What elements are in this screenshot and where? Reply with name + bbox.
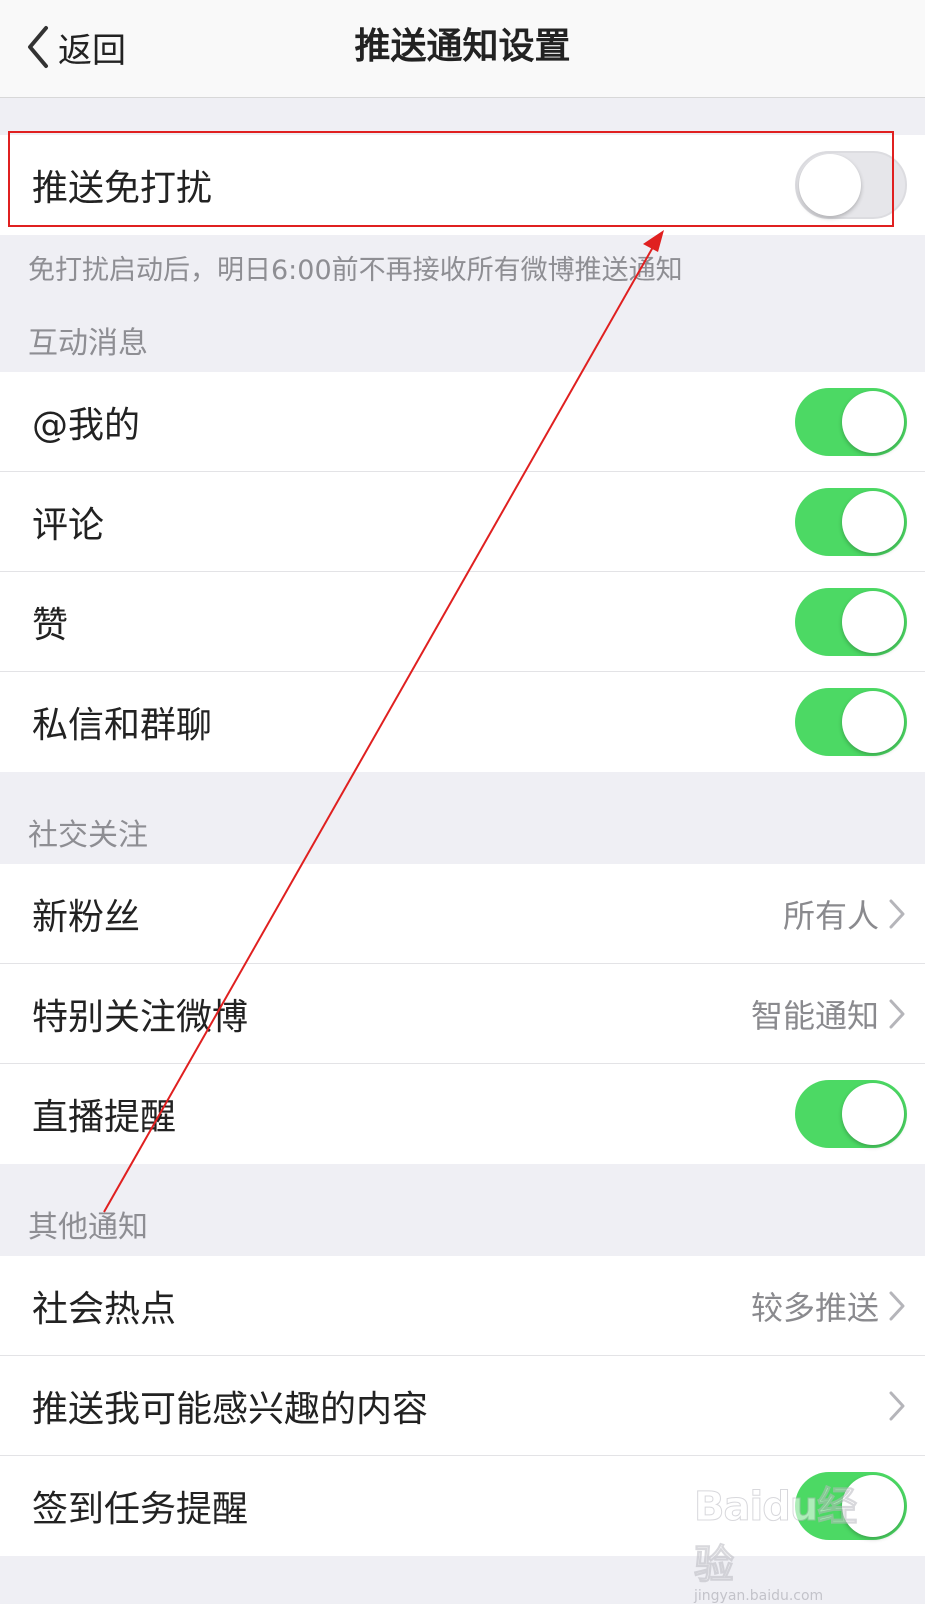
page-title: 推送通知设置 [354, 26, 571, 67]
setting-row-likes: 赞 [0, 572, 925, 672]
setting-label: 直播提醒 [32, 1097, 177, 1138]
chevron-right-icon [889, 999, 905, 1029]
setting-row-hot-topics[interactable]: 社会热点 较多推送 [0, 1256, 925, 1356]
comments-toggle[interactable] [795, 488, 907, 556]
setting-label: @我的 [32, 405, 141, 446]
watermark-site: jingyan.baidu.com [694, 1588, 824, 1604]
chevron-right-icon [889, 899, 905, 929]
dnd-toggle[interactable] [795, 151, 907, 219]
setting-row-live: 直播提醒 [0, 1064, 925, 1164]
interests-value[interactable] [879, 1389, 907, 1423]
section-header-social: 社交关注 [28, 818, 148, 853]
setting-row-new-fans[interactable]: 新粉丝 所有人 [0, 864, 925, 964]
setting-row-checkin: 签到任务提醒 [0, 1456, 925, 1556]
section-header-other: 其他通知 [28, 1210, 148, 1245]
setting-label: 签到任务提醒 [32, 1489, 249, 1530]
hot-topics-value[interactable]: 较多推送 [751, 1283, 907, 1329]
likes-toggle[interactable] [795, 588, 907, 656]
toggle-knob [842, 391, 904, 453]
dnd-footnote: 免打扰启动后，明日6:00前不再接收所有微博推送通知 [28, 255, 683, 286]
setting-value: 所有人 [782, 897, 879, 935]
setting-row-messages: 私信和群聊 [0, 672, 925, 772]
setting-row-special-follow[interactable]: 特别关注微博 智能通知 [0, 964, 925, 1064]
setting-value: 较多推送 [750, 1289, 879, 1327]
setting-label: 特别关注微博 [32, 997, 249, 1038]
toggle-knob [842, 1083, 904, 1145]
setting-label: 赞 [32, 605, 69, 646]
mentions-toggle[interactable] [795, 388, 907, 456]
messages-toggle[interactable] [795, 688, 907, 756]
toggle-knob [842, 1475, 904, 1537]
live-toggle[interactable] [795, 1080, 907, 1148]
setting-row-comments: 评论 [0, 472, 925, 572]
navigation-bar: 返回 推送通知设置 [0, 0, 925, 98]
setting-row-mentions: @我的 [0, 372, 925, 472]
section-header-interaction: 互动消息 [28, 326, 148, 361]
setting-label: 推送我可能感兴趣的内容 [32, 1389, 429, 1430]
checkin-toggle[interactable] [795, 1472, 907, 1540]
chevron-right-icon [889, 1291, 905, 1321]
setting-row-interests[interactable]: 推送我可能感兴趣的内容 [0, 1356, 925, 1456]
special-follow-value[interactable]: 智能通知 [751, 991, 907, 1037]
setting-value: 智能通知 [750, 997, 879, 1035]
toggle-knob [842, 691, 904, 753]
toggle-knob [842, 491, 904, 553]
toggle-knob [799, 154, 861, 216]
setting-label: 新粉丝 [32, 897, 141, 938]
setting-label: 评论 [32, 505, 105, 546]
chevron-right-icon [889, 1391, 905, 1421]
dnd-row: 推送免打扰 [0, 135, 925, 235]
setting-label: 社会热点 [32, 1289, 177, 1330]
setting-label: 私信和群聊 [32, 705, 213, 746]
new-fans-value[interactable]: 所有人 [783, 891, 907, 937]
dnd-label: 推送免打扰 [32, 168, 213, 209]
toggle-knob [842, 591, 904, 653]
